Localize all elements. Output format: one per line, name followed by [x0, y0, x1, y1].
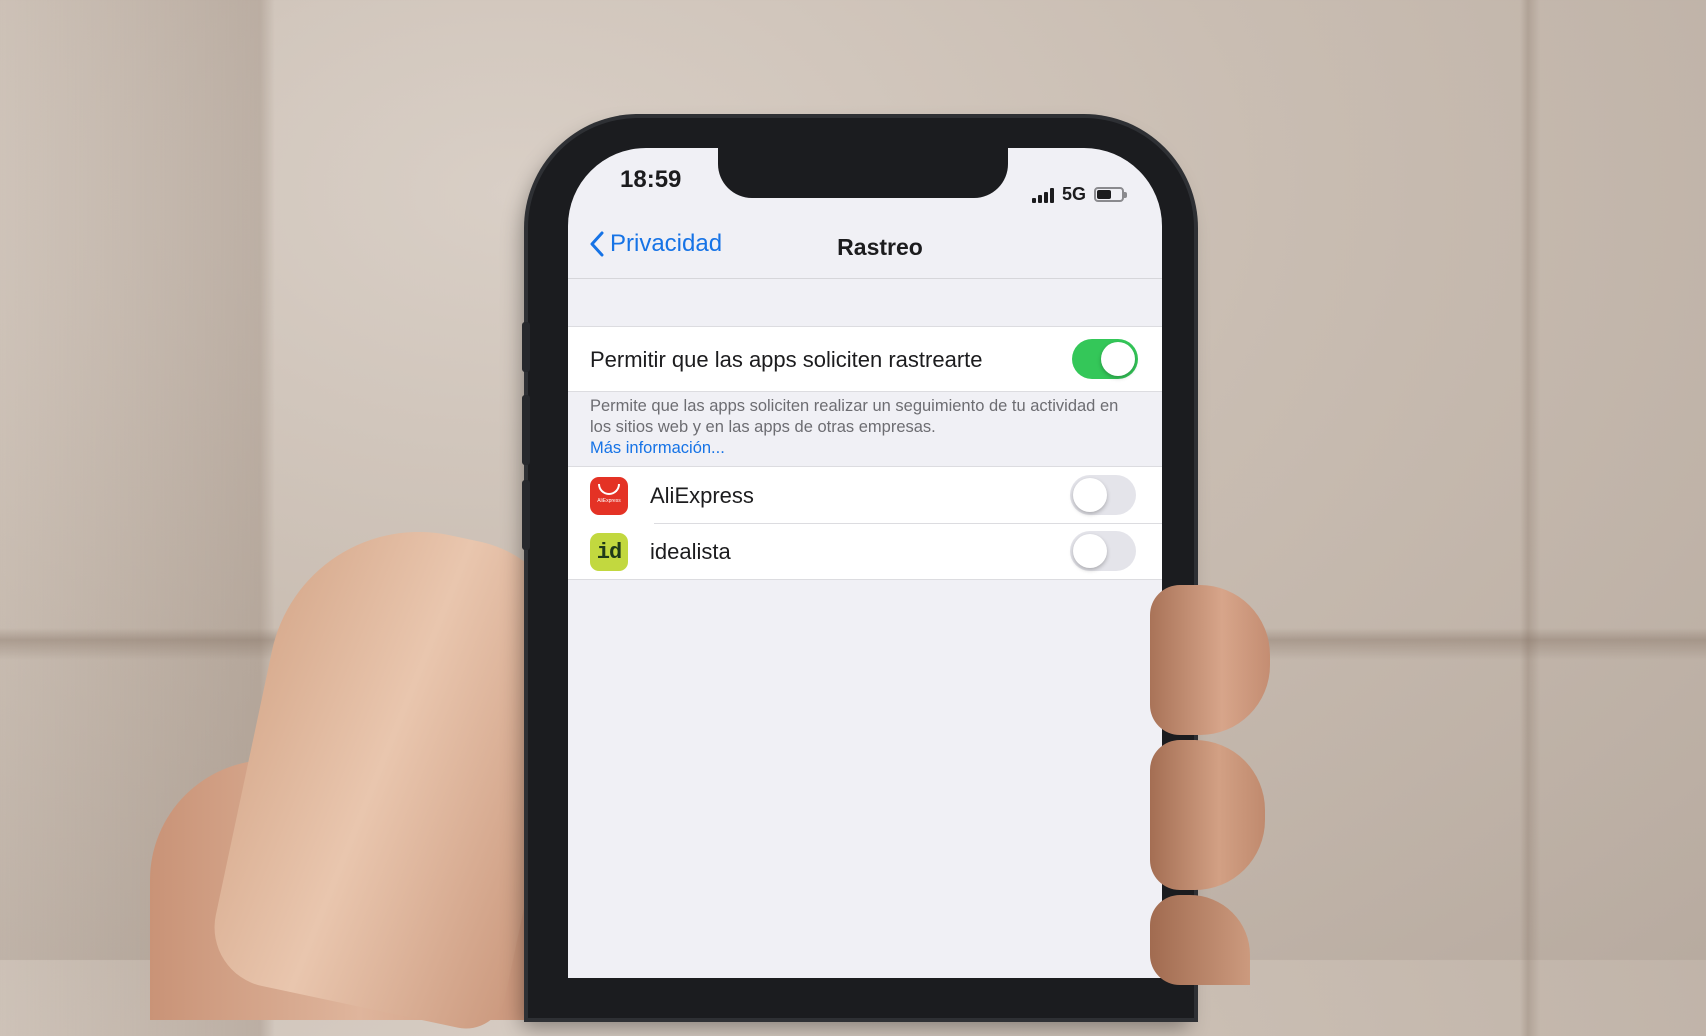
signal-icon [1031, 187, 1054, 203]
app-name: idealista [650, 539, 731, 564]
list-item-aliexpress: AliExpress AliExpress [568, 467, 1162, 523]
phone-side-button [522, 322, 530, 372]
more-info-link[interactable]: Más información... [590, 439, 725, 457]
allow-tracking-description: Permite que las apps soliciten realizar … [590, 396, 1122, 459]
phone-screen: 18:59 5G Privacidad Rastreo Permitir que… [568, 148, 1162, 978]
app-name: AliExpress [650, 483, 754, 508]
aliexpress-tracking-toggle[interactable] [1070, 475, 1136, 515]
hand-finger [1150, 585, 1270, 735]
idealista-icon: id [590, 533, 628, 571]
allow-tracking-label: Permitir que las apps soliciten rastrear… [590, 347, 983, 372]
apps-list: AliExpress AliExpress id idealista [568, 466, 1162, 580]
allow-tracking-toggle[interactable] [1072, 339, 1138, 379]
toggle-knob [1073, 478, 1107, 512]
navigation-bar: Privacidad Rastreo [568, 218, 1162, 279]
phone-notch [718, 148, 1008, 198]
network-type: 5G [1061, 184, 1086, 204]
status-time: 18:59 [620, 166, 682, 193]
list-item-idealista: id idealista [568, 523, 1162, 579]
aliexpress-icon: AliExpress [590, 477, 628, 515]
allow-tracking-row: Permitir que las apps soliciten rastrear… [568, 326, 1162, 392]
idealista-tracking-toggle[interactable] [1070, 531, 1136, 571]
description-text: Permite que las apps soliciten realizar … [590, 397, 1119, 436]
toggle-knob [1101, 342, 1135, 376]
hand-finger [1150, 895, 1250, 985]
status-indicators: 5G [1031, 184, 1127, 205]
idealista-icon-text: id [596, 539, 622, 565]
toggle-knob [1073, 534, 1107, 568]
aliexpress-icon-text: AliExpress [597, 498, 621, 504]
battery-icon [1094, 187, 1127, 202]
hand-finger [1150, 740, 1265, 890]
phone-side-button [522, 480, 530, 550]
phone-side-button [522, 395, 530, 465]
page-title: Rastreo [837, 234, 923, 260]
